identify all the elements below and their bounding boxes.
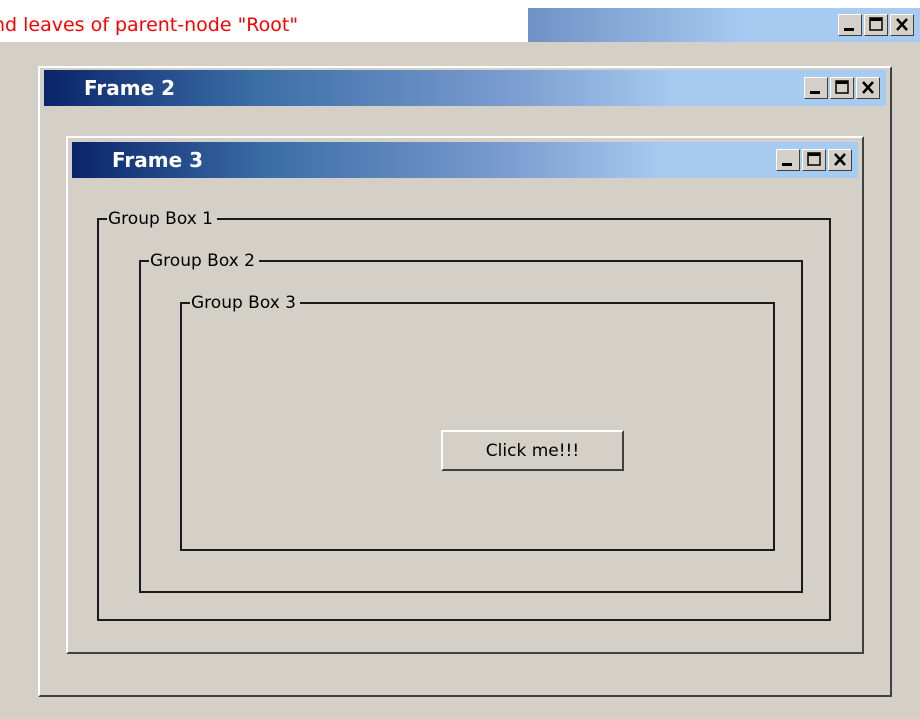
maximize-icon (835, 80, 849, 94)
minimize-icon (810, 91, 820, 94)
minimize-icon (844, 28, 854, 31)
maximize-button[interactable] (830, 77, 854, 99)
group-box-3-label: Group Box 3 (190, 292, 300, 314)
close-icon (896, 18, 908, 31)
tooltip-label: nd leaves of parent-node "Root" (0, 0, 528, 42)
close-button[interactable] (856, 77, 880, 99)
group-box-2-label: Group Box 2 (149, 250, 259, 272)
outer-window-titlebar (528, 8, 920, 42)
maximize-button[interactable] (802, 149, 826, 171)
minimize-button[interactable] (838, 14, 862, 36)
close-button[interactable] (828, 149, 852, 171)
frame-3-window-controls (776, 149, 852, 171)
frame-2-window-controls (804, 77, 880, 99)
maximize-button[interactable] (864, 14, 888, 36)
group-box-1-label: Group Box 1 (107, 208, 217, 230)
frame-3-title: Frame 3 (112, 148, 204, 172)
frame-2-title: Frame 2 (84, 76, 176, 100)
close-icon (834, 153, 846, 166)
minimize-icon (782, 163, 792, 166)
maximize-icon (869, 17, 883, 31)
frame-2-titlebar[interactable]: Frame 2 (44, 70, 886, 106)
group-box-3: Group Box 3 (180, 292, 775, 551)
minimize-button[interactable] (804, 77, 828, 99)
outer-window-controls (838, 14, 914, 36)
close-button[interactable] (890, 14, 914, 36)
maximize-icon (807, 152, 821, 166)
click-me-button[interactable]: Click me!!! (441, 430, 624, 471)
minimize-button[interactable] (776, 149, 800, 171)
close-icon (862, 81, 874, 94)
frame-3-titlebar[interactable]: Frame 3 (72, 142, 858, 178)
